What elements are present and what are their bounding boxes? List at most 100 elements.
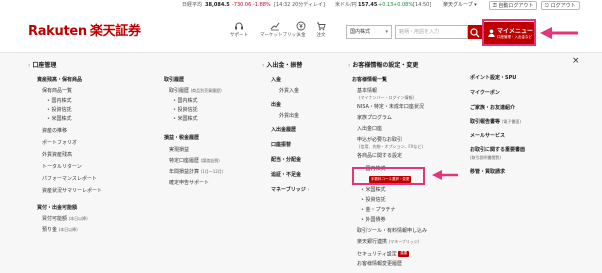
nikkei-time: [14:32 20分ディレイ]	[274, 2, 325, 8]
family-program-link[interactable]: 家族プログラム	[357, 116, 392, 121]
chevron-right-icon: ›	[28, 62, 31, 69]
annual-pnl-link[interactable]: 年間損益計算 (1月〜12月)	[169, 170, 223, 175]
logout-icon: ⎋	[545, 3, 549, 9]
yen-icon	[296, 21, 306, 31]
trade-reports-link[interactable]: 取引報告書等 (電子書面)	[470, 120, 521, 125]
nikkei-value: 38,084.5	[205, 2, 230, 8]
deposit-transfer-heading[interactable]: › 入出金・振替	[262, 63, 302, 69]
search-icon	[470, 28, 480, 38]
transfer-purchase-request-link[interactable]: 移管・買取請求	[470, 170, 505, 175]
portfolio-link[interactable]: ポートフォリオ	[42, 141, 77, 146]
fx-assets-link[interactable]: 外貨資産残高	[42, 153, 72, 158]
pointer-arrow-icon	[540, 27, 578, 39]
market-ticker-bar: 日経平均 38,084.5 -730.06 -1.88% [14:32 20分デ…	[0, 0, 602, 14]
trade-history-category: 取引履歴	[164, 77, 185, 83]
trading-tools-link[interactable]: 取引ツール・有料情報申し込み	[357, 229, 427, 234]
lock-icon: ⚿	[493, 3, 497, 9]
deposit-history-link[interactable]: 入出金履歴	[271, 128, 296, 133]
account-transfer-link[interactable]: 口座振替	[271, 143, 291, 148]
usdjpy-value: 157.45	[358, 2, 378, 8]
rakuten-group-link[interactable]: 楽天グループ ▾	[443, 3, 477, 8]
nikkei-change: -730.06	[232, 2, 252, 8]
marketbridge-button[interactable]: マーケットブリッジ	[260, 21, 301, 38]
search-button[interactable]	[468, 25, 482, 39]
important-badge: 重要	[398, 251, 410, 257]
bank-account-link[interactable]: 入出金口座	[357, 127, 382, 132]
my-coupon-link[interactable]: マイクーポン	[470, 91, 500, 96]
holdings-us-link[interactable]: 米国株式	[47, 117, 72, 122]
tax-return-support-link[interactable]: 確定申告サポート	[169, 181, 209, 186]
search-category-select[interactable]: 国内株式 ▾	[346, 25, 392, 39]
usdjpy-pct: +0.08%	[393, 2, 414, 8]
cart-icon	[317, 22, 326, 31]
important-documents-link[interactable]: お取引に関する重要書面	[470, 148, 525, 153]
auto-logout-button[interactable]: ⚿ 自動ログアウト	[489, 1, 538, 10]
customer-info-heading[interactable]: › お客様情報の設定・変更	[348, 63, 418, 69]
referral-link[interactable]: ご家族・お友達紹介	[470, 106, 515, 111]
deposit-button[interactable]: 入金	[294, 21, 308, 38]
money-bridge-link[interactable]: マネーブリッジ ›	[271, 188, 309, 193]
fx-withdrawal-link[interactable]: 外貨出金	[279, 114, 299, 119]
deposits-held-link[interactable]: 預り金 (本日以降)	[42, 228, 78, 233]
chevron-right-icon: ›	[262, 62, 265, 69]
settings-gold-link[interactable]: 金・プラチナ	[361, 208, 396, 213]
search-input[interactable]: 銘柄・用語を入力	[395, 25, 468, 39]
chevron-right-icon: ›	[348, 62, 351, 69]
trade-history-link[interactable]: 取引履歴 (商品別売買履歴)	[169, 89, 222, 94]
info-change-history-link[interactable]: お客様情報変更履歴	[357, 262, 402, 267]
close-icon[interactable]: ×	[572, 57, 580, 66]
rakuten-bank-link[interactable]: 楽天銀行連携 (マネーブリッジ)	[357, 240, 420, 245]
basic-info-subtext: (マイナンバー・ログイン情報)	[359, 95, 415, 100]
customer-info-list-category: お客様情報一覧	[352, 77, 388, 83]
buying-power-link[interactable]: 買付可能額 (本日以降)	[42, 217, 88, 222]
trade-history-us-link[interactable]: 米国株式	[173, 117, 198, 122]
chart-icon	[270, 22, 280, 31]
security-settings-link[interactable]: セキュリティ設定 重要	[357, 251, 410, 257]
pnl-tax-category: 損益・税金履歴	[164, 135, 200, 141]
product-settings-link[interactable]: 各商品に関する設定	[357, 154, 402, 159]
point-settings-link[interactable]: ポイント設定・SPU	[470, 76, 516, 81]
pointer-arrow-icon	[432, 170, 458, 180]
asset-history-link[interactable]: 資産の推移	[42, 129, 67, 134]
nisa-status-link[interactable]: NISA・特定・未成年口座状況	[357, 105, 424, 110]
mymenu-highlight-frame	[482, 19, 536, 46]
domestic-settings-highlight-frame	[352, 167, 425, 185]
holdings-fund-link[interactable]: 投資信託	[47, 108, 72, 113]
trade-history-fund-link[interactable]: 投資信託	[173, 108, 198, 113]
fx-deposit-link[interactable]: 外貨入金	[279, 89, 299, 94]
deposit-link[interactable]: 入金	[271, 78, 281, 83]
dividends-link[interactable]: 配当・分配金	[271, 158, 301, 163]
usdjpy-label: 米ドル/円	[335, 2, 357, 8]
nikkei-label: 日経平均	[182, 2, 203, 8]
rakuten-logo[interactable]: Rakuten 楽天証券	[28, 20, 141, 39]
basic-info-link[interactable]: 基本情報	[357, 89, 377, 94]
settings-foreign-bond-link[interactable]: 外国債券	[361, 218, 386, 223]
logout-button[interactable]: ⎋ ログアウト	[541, 1, 580, 10]
margin-call-link[interactable]: 追証・不足金	[271, 173, 301, 178]
trade-applications-link[interactable]: 申込が必要なお取引	[357, 138, 402, 143]
chevron-right-icon: ›	[307, 187, 310, 193]
settings-us-link[interactable]: 米国株式	[361, 188, 386, 193]
order-button[interactable]: 注文	[314, 21, 328, 38]
buying-power-category: 買付・出金可能額	[37, 205, 78, 211]
nikkei-pct: -1.88%	[253, 2, 271, 8]
realized-pnl-link[interactable]: 実現損益	[169, 148, 189, 153]
specific-account-history-link[interactable]: 特定口座履歴 (譲渡益税)	[169, 159, 220, 164]
holdings-list-link[interactable]: 保有商品一覧	[42, 89, 72, 94]
important-documents-subtext: (取引説明書閲覧)	[470, 155, 502, 160]
account-management-heading[interactable]: › 口座管理	[28, 63, 56, 69]
performance-report-link[interactable]: パフォーマンスレポート	[42, 177, 97, 182]
support-button[interactable]: サポート	[228, 21, 250, 38]
mail-service-link[interactable]: メールサービス	[470, 134, 505, 139]
chevron-down-icon: ▾	[385, 29, 388, 35]
total-return-link[interactable]: トータルリターン	[42, 165, 82, 170]
asset-balance-category: 資産残高・保有商品	[37, 77, 83, 83]
settings-fund-link[interactable]: 投資信託	[361, 198, 386, 203]
usdjpy-change: +0.13	[378, 2, 394, 8]
asset-summary-report-link[interactable]: 資産状況サマリーレポート	[42, 189, 102, 194]
trade-applications-subtext: (信用、先物・オプション、FXなど)	[359, 144, 423, 149]
trade-history-domestic-link[interactable]: 国内株式	[173, 99, 198, 104]
withdrawal-link[interactable]: 出金	[271, 103, 281, 108]
headset-icon	[235, 22, 243, 30]
holdings-domestic-link[interactable]: 国内株式	[47, 99, 72, 104]
